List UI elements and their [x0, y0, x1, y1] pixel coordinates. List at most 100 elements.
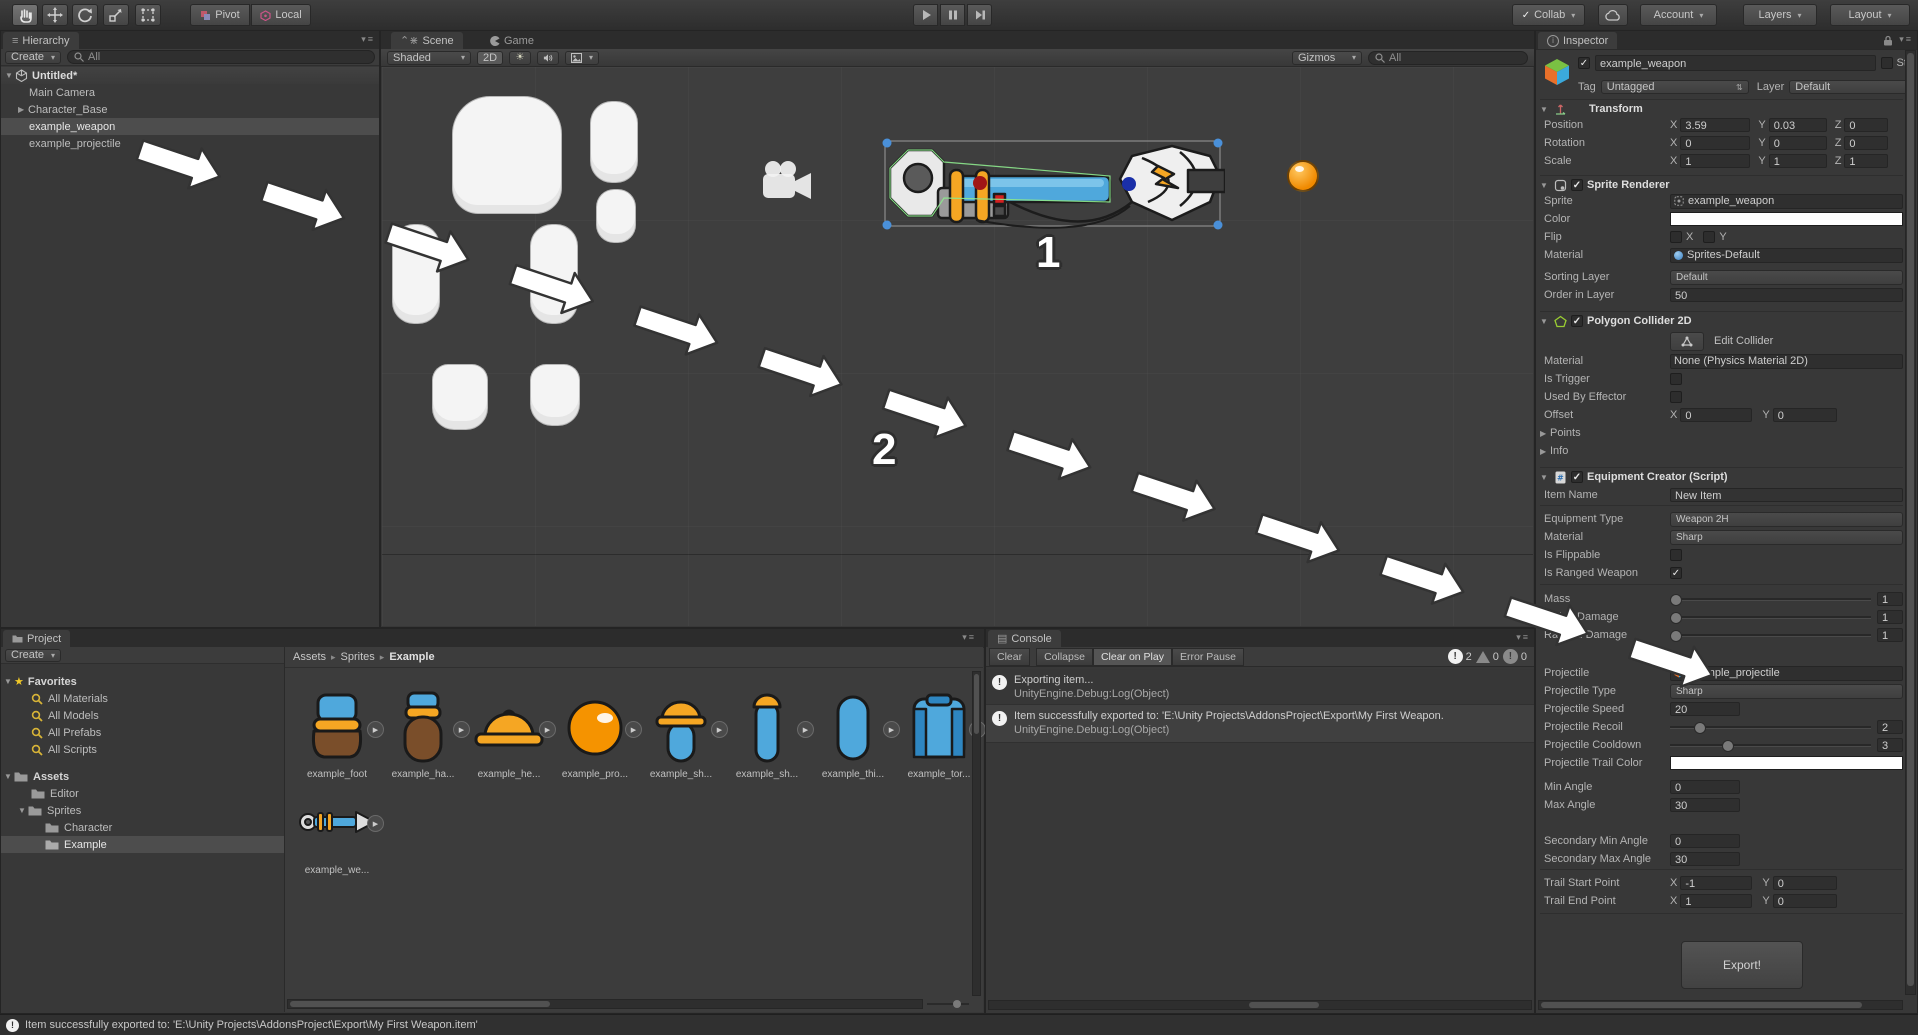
console-error-pause-button[interactable]: Error Pause: [1171, 647, 1245, 666]
character-foot-sprite[interactable]: [432, 364, 488, 430]
max-angle-field[interactable]: 30: [1670, 798, 1740, 812]
favorite-all-models[interactable]: All Models: [1, 707, 284, 724]
inspector-scrollbar[interactable]: [1905, 50, 1916, 995]
trail-start-y-field[interactable]: 0: [1772, 876, 1837, 890]
edit-collider-button[interactable]: [1670, 331, 1704, 351]
character-hand-sprite[interactable]: [596, 189, 636, 243]
position-z-field[interactable]: 0: [1844, 118, 1889, 132]
favorite-all-prefabs[interactable]: All Prefabs: [1, 724, 284, 741]
hierarchy-item-example-weapon[interactable]: example_weapon: [1, 118, 379, 135]
is-ranged-weapon-checkbox[interactable]: ✓: [1670, 567, 1682, 579]
scale-x-field[interactable]: 1: [1680, 154, 1751, 168]
layer-dropdown[interactable]: Default: [1789, 80, 1913, 94]
trail-end-x-field[interactable]: 1: [1680, 894, 1753, 908]
2d-toggle-button[interactable]: 2D: [477, 50, 503, 65]
trail-end-y-field[interactable]: 0: [1772, 894, 1837, 908]
favorite-all-scripts[interactable]: All Scripts: [1, 741, 284, 758]
trail-color-swatch[interactable]: [1670, 756, 1903, 770]
flip-y-checkbox[interactable]: [1703, 231, 1716, 243]
scene-viewport[interactable]: [382, 67, 1533, 626]
expand-subassets-icon[interactable]: ▶: [367, 721, 384, 738]
mass-slider[interactable]: [1670, 592, 1871, 606]
cloud-button[interactable]: [1598, 4, 1628, 26]
rotation-z-field[interactable]: 0: [1844, 136, 1889, 150]
hierarchy-search-input[interactable]: All: [67, 50, 375, 64]
expand-subassets-icon[interactable]: ▶: [797, 721, 814, 738]
project-tab[interactable]: Project: [3, 630, 71, 647]
breadcrumb-sprites[interactable]: Sprites: [341, 651, 375, 663]
hierarchy-item-main-camera[interactable]: Main Camera: [1, 84, 379, 101]
console-collapse-button[interactable]: Collapse: [1036, 647, 1093, 666]
expand-subassets-icon[interactable]: ▶: [539, 721, 556, 738]
collab-dropdown[interactable]: ✓ Collab ▾: [1512, 4, 1585, 26]
offset-x-field[interactable]: 0: [1680, 408, 1753, 422]
asset-example-projectile[interactable]: ▶: [556, 689, 642, 770]
expand-subassets-icon[interactable]: ▶: [453, 721, 470, 738]
melee-damage-slider[interactable]: [1670, 610, 1871, 624]
camera-gizmo-icon[interactable]: [757, 157, 815, 205]
folder-character[interactable]: Character: [1, 819, 284, 836]
ranged-damage-slider[interactable]: [1670, 628, 1871, 642]
static-checkbox[interactable]: [1881, 57, 1894, 69]
rotation-x-field[interactable]: 0: [1680, 136, 1751, 150]
audio-toggle-button[interactable]: [537, 50, 559, 65]
expand-subassets-icon[interactable]: ▶: [711, 721, 728, 738]
pivot-toggle-button[interactable]: Pivot: [190, 4, 250, 26]
status-bar[interactable]: ! Item successfully exported to: 'E:\Uni…: [0, 1014, 1918, 1035]
color-swatch[interactable]: [1670, 212, 1903, 226]
console-clear-button[interactable]: Clear: [989, 647, 1031, 666]
console-clear-on-play-button[interactable]: Clear on Play: [1092, 647, 1172, 666]
example-projectile-sprite[interactable]: [1287, 160, 1319, 192]
equipment-material-dropdown[interactable]: Sharp: [1670, 529, 1903, 545]
shading-mode-dropdown[interactable]: Shaded ▾: [387, 50, 471, 65]
console-tab[interactable]: ▤ Console: [988, 630, 1061, 647]
info-foldout[interactable]: ▶ Info: [1540, 443, 1903, 459]
selection-handle[interactable]: [882, 220, 892, 230]
used-by-effector-checkbox[interactable]: [1670, 391, 1682, 403]
equipment-creator-header[interactable]: ▼ # ✓ Equipment Creator (Script): [1540, 467, 1903, 486]
scene-search-input[interactable]: All: [1368, 50, 1528, 65]
points-foldout[interactable]: ▶ Points: [1540, 425, 1903, 441]
log-count-badge[interactable]: ! 2: [1447, 649, 1472, 664]
scale-z-field[interactable]: 1: [1844, 154, 1889, 168]
inspector-hscrollbar[interactable]: [1538, 1000, 1903, 1010]
selection-handle[interactable]: [1213, 138, 1223, 148]
thumbnail-zoom-slider[interactable]: [927, 1000, 969, 1008]
min-angle-field[interactable]: 0: [1670, 780, 1740, 794]
position-x-field[interactable]: 3.59: [1680, 118, 1751, 132]
hierarchy-tab[interactable]: ≡ Hierarchy: [3, 32, 79, 49]
scene-tab[interactable]: ⌃⋇ Scene: [391, 32, 463, 49]
rotation-y-field[interactable]: 0: [1768, 136, 1827, 150]
trail-start-x-field[interactable]: -1: [1680, 876, 1753, 890]
ranged-damage-field[interactable]: 1: [1877, 628, 1903, 642]
item-name-field[interactable]: New Item: [1670, 488, 1903, 502]
assets-folder[interactable]: ▼ Assets: [1, 768, 284, 785]
example-weapon-sprite[interactable]: [880, 136, 1225, 231]
expand-subassets-icon[interactable]: ▶: [367, 815, 384, 832]
sorting-layer-dropdown[interactable]: Default: [1670, 269, 1903, 285]
gizmos-dropdown[interactable]: Gizmos ▾: [1292, 50, 1362, 65]
character-thigh-sprite[interactable]: [530, 224, 578, 324]
asset-grid-vscrollbar[interactable]: [972, 671, 981, 996]
character-torso-sprite[interactable]: [452, 96, 562, 214]
asset-example-foot[interactable]: ▶: [298, 689, 384, 770]
console-panel-menu[interactable]: ▾≡: [1516, 632, 1530, 643]
expand-arrow-icon[interactable]: ▶: [18, 105, 28, 114]
inspector-panel-menu[interactable]: ▾≡: [1899, 34, 1913, 45]
component-enabled-checkbox[interactable]: ✓: [1571, 179, 1583, 191]
local-toggle-button[interactable]: Local: [251, 4, 311, 26]
favorites-folder[interactable]: ▼ ★ Favorites: [1, 673, 284, 690]
rect-tool-button[interactable]: [135, 4, 161, 26]
character-foot-sprite[interactable]: [530, 364, 580, 426]
breadcrumb-example[interactable]: Example: [389, 651, 434, 663]
hierarchy-create-button[interactable]: Create ▾: [5, 50, 61, 64]
lock-icon[interactable]: [1883, 35, 1893, 46]
foldout-icon[interactable]: ▼: [5, 71, 15, 80]
hierarchy-item-character-base[interactable]: ▶ Character_Base: [1, 101, 379, 118]
physics-material-field[interactable]: None (Physics Material 2D): [1670, 353, 1903, 369]
console-hscrollbar[interactable]: [988, 1000, 1532, 1010]
active-checkbox[interactable]: ✓: [1578, 57, 1590, 69]
melee-damage-field[interactable]: 1: [1877, 610, 1903, 624]
projectile-speed-field[interactable]: 20: [1670, 702, 1740, 716]
is-flippable-checkbox[interactable]: [1670, 549, 1682, 561]
